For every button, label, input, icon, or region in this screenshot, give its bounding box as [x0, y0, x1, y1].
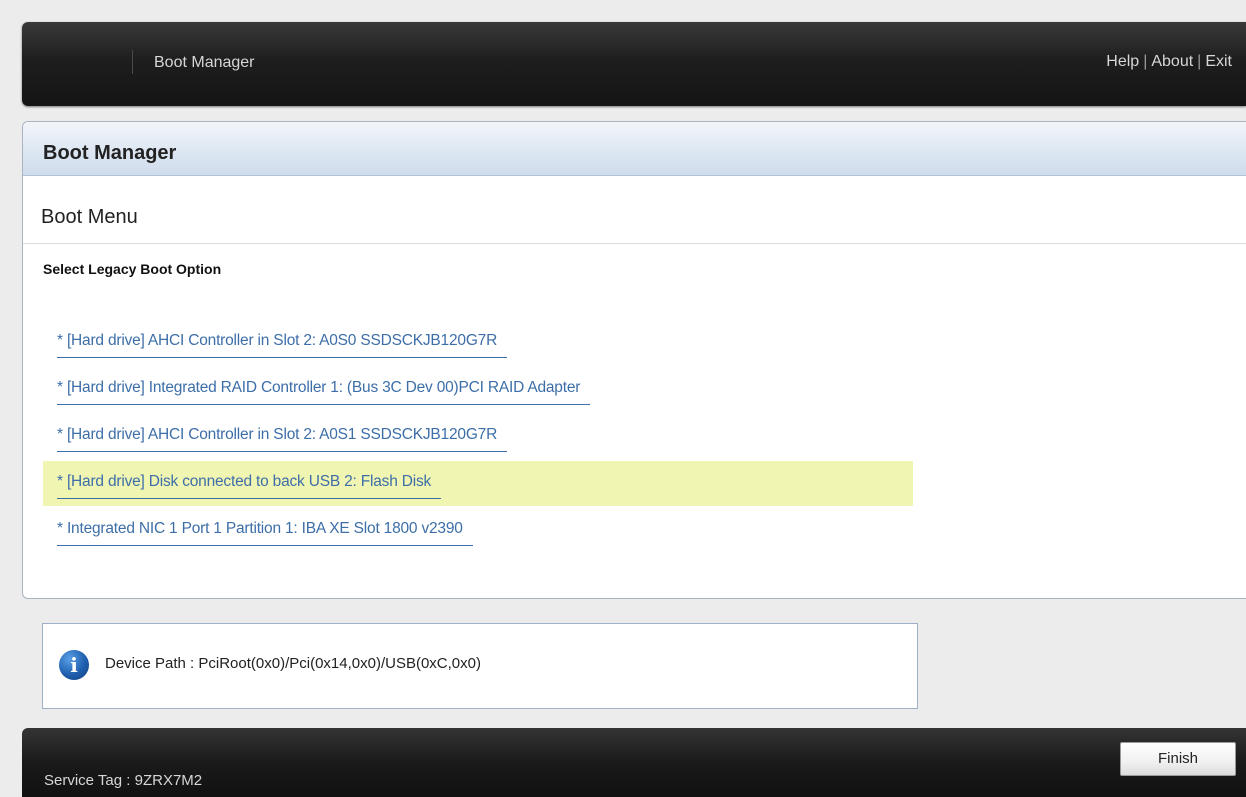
service-tag: Service Tag : 9ZRX7M2: [44, 772, 203, 789]
boot-option-ahci-a0s0[interactable]: * [Hard drive] AHCI Controller in Slot 2…: [43, 320, 743, 365]
boot-option-label[interactable]: * Integrated NIC 1 Port 1 Partition 1: I…: [57, 520, 473, 546]
link-separator: |: [1143, 53, 1148, 70]
top-bar-divider: [132, 50, 133, 74]
boot-option-group-label: Select Legacy Boot Option: [43, 261, 222, 277]
boot-option-label[interactable]: * [Hard drive] AHCI Controller in Slot 2…: [57, 426, 508, 452]
top-bar-links: Help | About | Exit: [1106, 53, 1232, 71]
section-title: Boot Menu: [41, 206, 138, 228]
panel-header: Boot Manager: [23, 122, 1246, 176]
about-link[interactable]: About: [1151, 53, 1193, 70]
boot-option-usb-flash-disk[interactable]: * [Hard drive] Disk connected to back US…: [43, 461, 913, 506]
device-path-text: Device Path : PciRoot(0x0)/Pci(0x14,0x0)…: [105, 655, 481, 672]
boot-manager-panel: Boot Manager Boot Menu Select Legacy Boo…: [22, 121, 1246, 599]
boot-option-ahci-a0s1[interactable]: * [Hard drive] AHCI Controller in Slot 2…: [43, 414, 743, 459]
boot-option-integrated-nic[interactable]: * Integrated NIC 1 Port 1 Partition 1: I…: [43, 508, 743, 553]
info-icon: i: [59, 650, 89, 680]
top-bar-title: Boot Manager: [154, 54, 255, 71]
finish-button[interactable]: Finish: [1120, 742, 1236, 776]
panel-title: Boot Manager: [43, 142, 177, 164]
boot-option-label[interactable]: * [Hard drive] AHCI Controller in Slot 2…: [57, 332, 508, 358]
section-divider: [23, 243, 1246, 244]
link-separator: |: [1197, 53, 1202, 70]
boot-option-label[interactable]: * [Hard drive] Disk connected to back US…: [57, 473, 442, 499]
footer-bar: Service Tag : 9ZRX7M2 Finish: [22, 728, 1246, 797]
help-link[interactable]: Help: [1106, 53, 1139, 70]
boot-option-integrated-raid[interactable]: * [Hard drive] Integrated RAID Controlle…: [43, 367, 803, 412]
exit-link[interactable]: Exit: [1205, 53, 1232, 70]
device-path-box: i Device Path : PciRoot(0x0)/Pci(0x14,0x…: [42, 623, 918, 709]
boot-option-label[interactable]: * [Hard drive] Integrated RAID Controlle…: [57, 379, 591, 405]
top-bar: Boot Manager Help | About | Exit: [22, 22, 1246, 106]
page: Boot Manager Help | About | Exit Boot Manage…: [0, 0, 1246, 797]
